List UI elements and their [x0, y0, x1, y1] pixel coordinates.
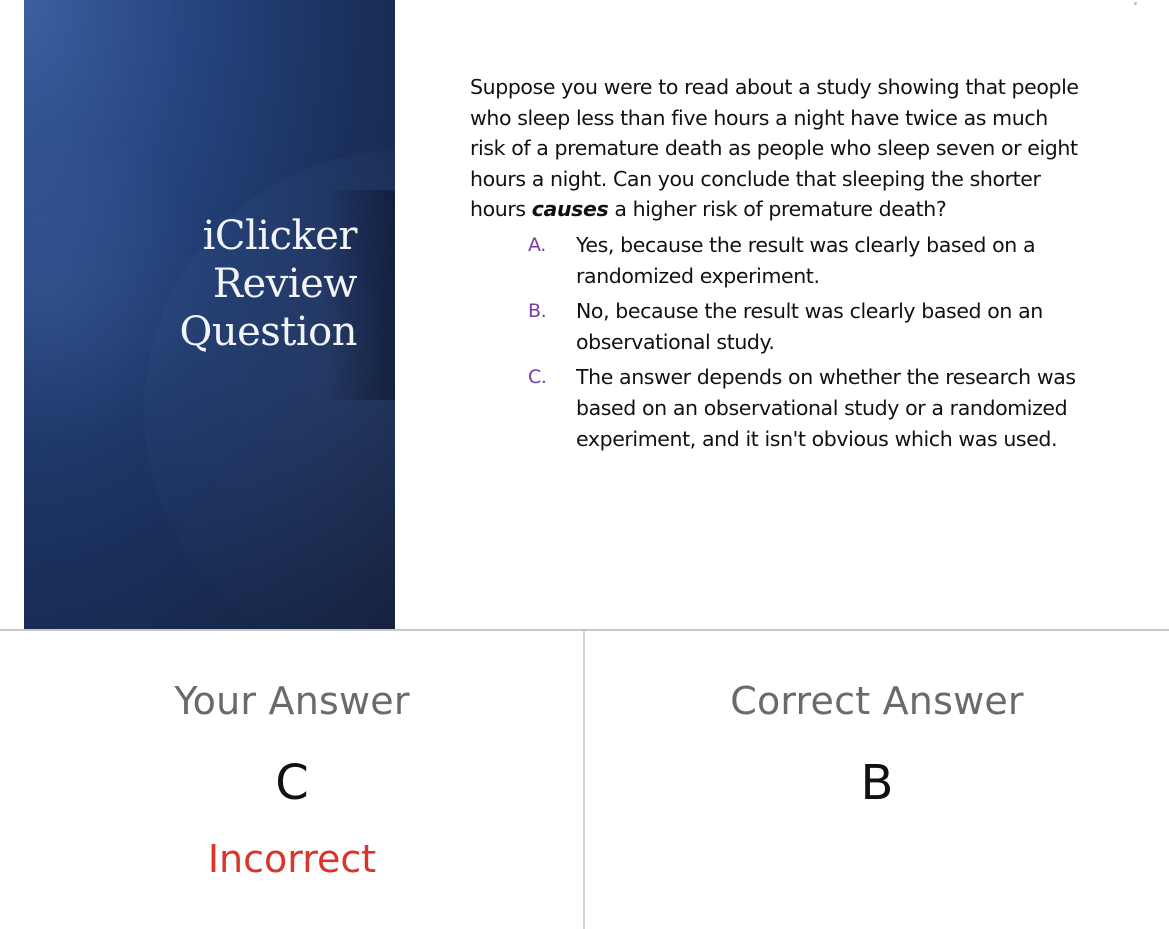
answer-summary: Your Answer C Incorrect Correct Answer B: [0, 631, 1169, 929]
correct-answer-panel: Correct Answer B: [585, 631, 1169, 929]
slide-title-line: iClicker: [202, 213, 358, 259]
slide-title-line: Question: [179, 309, 358, 355]
corner-dot: [1134, 2, 1137, 5]
your-answer-value: C: [275, 755, 309, 811]
option-b: B. No, because the result was clearly ba…: [528, 296, 1080, 357]
option-letter: C.: [528, 366, 547, 389]
slide-title: iClicker Review Question: [57, 212, 358, 356]
option-letter: A.: [528, 233, 546, 256]
option-text: No, because the result was clearly based…: [576, 299, 1043, 354]
option-a: A. Yes, because the result was clearly b…: [528, 230, 1080, 291]
option-text: The answer depends on whether the resear…: [576, 365, 1076, 451]
slide-title-panel: iClicker Review Question: [24, 0, 395, 630]
your-answer-panel: Your Answer C Incorrect: [0, 631, 584, 929]
question-text: Suppose you were to read about a study s…: [470, 72, 1080, 225]
slide-title-line: Review: [212, 261, 358, 307]
correct-answer-heading: Correct Answer: [730, 679, 1024, 723]
your-answer-heading: Your Answer: [174, 679, 410, 723]
answer-options: A. Yes, because the result was clearly b…: [470, 230, 1080, 454]
option-c: C. The answer depends on whether the res…: [528, 362, 1080, 454]
question-emphasis: causes: [531, 197, 609, 222]
question-text-part: a higher risk of premature death?: [608, 197, 947, 222]
option-letter: B.: [528, 300, 547, 323]
slide-image-area: iClicker Review Question Suppose you wer…: [0, 0, 1169, 630]
question-slide: iClicker Review Question Suppose you wer…: [24, 0, 1144, 630]
option-text: Yes, because the result was clearly base…: [576, 232, 1036, 288]
correct-answer-value: B: [860, 755, 894, 811]
slide-question-content: Suppose you were to read about a study s…: [470, 72, 1080, 454]
incorrect-status: Incorrect: [207, 837, 377, 881]
